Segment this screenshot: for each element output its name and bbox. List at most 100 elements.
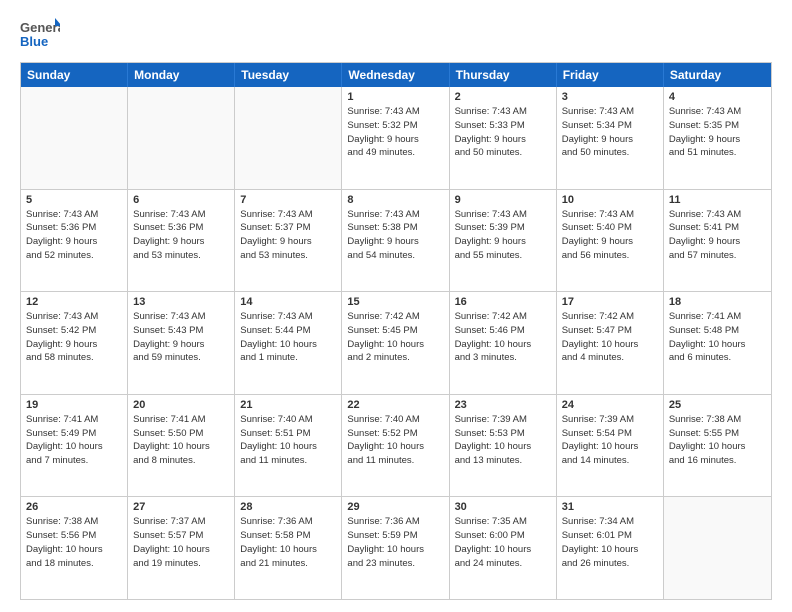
day-number: 21 — [240, 399, 336, 411]
page-header: General Blue — [20, 16, 772, 52]
calendar-cell: 19 Sunrise: 7:41 AM Sunset: 5:49 PM Dayli… — [21, 395, 128, 497]
svg-text:General: General — [20, 20, 60, 35]
weekday-header-monday: Monday — [128, 63, 235, 87]
day-info: Sunrise: 7:43 AM Sunset: 5:39 PM Dayligh… — [455, 208, 551, 263]
weekday-header-thursday: Thursday — [450, 63, 557, 87]
day-info: Sunrise: 7:42 AM Sunset: 5:47 PM Dayligh… — [562, 310, 658, 365]
calendar-cell: 17 Sunrise: 7:42 AM Sunset: 5:47 PM Dayli… — [557, 292, 664, 394]
day-info: Sunrise: 7:35 AM Sunset: 6:00 PM Dayligh… — [455, 515, 551, 570]
calendar-row-4: 19 Sunrise: 7:41 AM Sunset: 5:49 PM Dayli… — [21, 394, 771, 497]
calendar-cell: 10 Sunrise: 7:43 AM Sunset: 5:40 PM Dayli… — [557, 190, 664, 292]
calendar-cell: 5 Sunrise: 7:43 AM Sunset: 5:36 PM Daylig… — [21, 190, 128, 292]
calendar-cell: 25 Sunrise: 7:38 AM Sunset: 5:55 PM Dayli… — [664, 395, 771, 497]
calendar-cell: 27 Sunrise: 7:37 AM Sunset: 5:57 PM Dayli… — [128, 497, 235, 599]
calendar-cell — [235, 87, 342, 189]
day-info: Sunrise: 7:37 AM Sunset: 5:57 PM Dayligh… — [133, 515, 229, 570]
day-info: Sunrise: 7:36 AM Sunset: 5:59 PM Dayligh… — [347, 515, 443, 570]
day-info: Sunrise: 7:42 AM Sunset: 5:45 PM Dayligh… — [347, 310, 443, 365]
day-info: Sunrise: 7:43 AM Sunset: 5:42 PM Dayligh… — [26, 310, 122, 365]
day-number: 3 — [562, 91, 658, 103]
day-info: Sunrise: 7:41 AM Sunset: 5:49 PM Dayligh… — [26, 413, 122, 468]
calendar-cell: 12Sunrise: 7:43 AM Sunset: 5:42 PM Dayli… — [21, 292, 128, 394]
weekday-header-wednesday: Wednesday — [342, 63, 449, 87]
calendar-cell: 18Sunrise: 7:41 AM Sunset: 5:48 PM Dayli… — [664, 292, 771, 394]
calendar: SundayMondayTuesdayWednesdayThursdayFrid… — [20, 62, 772, 600]
day-info: Sunrise: 7:38 AM Sunset: 5:55 PM Dayligh… — [669, 413, 766, 468]
day-info: Sunrise: 7:43 AM Sunset: 5:37 PM Dayligh… — [240, 208, 336, 263]
day-info: Sunrise: 7:43 AM Sunset: 5:34 PM Dayligh… — [562, 105, 658, 160]
day-info: Sunrise: 7:43 AM Sunset: 5:40 PM Dayligh… — [562, 208, 658, 263]
day-number: 7 — [240, 194, 336, 206]
day-info: Sunrise: 7:40 AM Sunset: 5:52 PM Dayligh… — [347, 413, 443, 468]
day-info: Sunrise: 7:43 AM Sunset: 5:44 PM Dayligh… — [240, 310, 336, 365]
day-number: 11 — [669, 194, 766, 206]
day-number: 22 — [347, 399, 443, 411]
day-number: 17 — [562, 296, 658, 308]
calendar-cell: 8 Sunrise: 7:43 AM Sunset: 5:38 PM Daylig… — [342, 190, 449, 292]
day-number: 19 — [26, 399, 122, 411]
day-info: Sunrise: 7:34 AM Sunset: 6:01 PM Dayligh… — [562, 515, 658, 570]
logo: General Blue — [20, 16, 60, 52]
calendar-cell: 23 Sunrise: 7:39 AM Sunset: 5:53 PM Dayli… — [450, 395, 557, 497]
calendar-cell — [21, 87, 128, 189]
calendar-cell: 16 Sunrise: 7:42 AM Sunset: 5:46 PM Dayli… — [450, 292, 557, 394]
day-number: 9 — [455, 194, 551, 206]
day-info: Sunrise: 7:39 AM Sunset: 5:53 PM Dayligh… — [455, 413, 551, 468]
calendar-row-3: 12Sunrise: 7:43 AM Sunset: 5:42 PM Dayli… — [21, 291, 771, 394]
day-number: 15 — [347, 296, 443, 308]
day-number: 1 — [347, 91, 443, 103]
day-info: Sunrise: 7:38 AM Sunset: 5:56 PM Dayligh… — [26, 515, 122, 570]
day-info: Sunrise: 7:43 AM Sunset: 5:41 PM Dayligh… — [669, 208, 766, 263]
day-number: 8 — [347, 194, 443, 206]
day-info: Sunrise: 7:39 AM Sunset: 5:54 PM Dayligh… — [562, 413, 658, 468]
calendar-row-2: 5 Sunrise: 7:43 AM Sunset: 5:36 PM Daylig… — [21, 189, 771, 292]
calendar-cell: 13 Sunrise: 7:43 AM Sunset: 5:43 PM Dayli… — [128, 292, 235, 394]
day-info: Sunrise: 7:42 AM Sunset: 5:46 PM Dayligh… — [455, 310, 551, 365]
calendar-cell: 31Sunrise: 7:34 AM Sunset: 6:01 PM Dayli… — [557, 497, 664, 599]
calendar-cell: 6 Sunrise: 7:43 AM Sunset: 5:36 PM Daylig… — [128, 190, 235, 292]
day-info: Sunrise: 7:43 AM Sunset: 5:36 PM Dayligh… — [26, 208, 122, 263]
day-number: 14 — [240, 296, 336, 308]
day-number: 16 — [455, 296, 551, 308]
day-info: Sunrise: 7:43 AM Sunset: 5:35 PM Dayligh… — [669, 105, 766, 160]
day-info: Sunrise: 7:43 AM Sunset: 5:33 PM Dayligh… — [455, 105, 551, 160]
calendar-cell: 1Sunrise: 7:43 AM Sunset: 5:32 PM Daylig… — [342, 87, 449, 189]
calendar-cell: 30 Sunrise: 7:35 AM Sunset: 6:00 PM Dayli… — [450, 497, 557, 599]
calendar-cell — [128, 87, 235, 189]
weekday-header-sunday: Sunday — [21, 63, 128, 87]
calendar-cell: 2 Sunrise: 7:43 AM Sunset: 5:33 PM Daylig… — [450, 87, 557, 189]
calendar-cell: 22 Sunrise: 7:40 AM Sunset: 5:52 PM Dayli… — [342, 395, 449, 497]
calendar-cell: 26Sunrise: 7:38 AM Sunset: 5:56 PM Dayli… — [21, 497, 128, 599]
calendar-cell: 11 Sunrise: 7:43 AM Sunset: 5:41 PM Dayli… — [664, 190, 771, 292]
svg-text:Blue: Blue — [20, 34, 48, 49]
calendar-cell: 21 Sunrise: 7:40 AM Sunset: 5:51 PM Dayli… — [235, 395, 342, 497]
day-info: Sunrise: 7:41 AM Sunset: 5:48 PM Dayligh… — [669, 310, 766, 365]
calendar-cell: 14 Sunrise: 7:43 AM Sunset: 5:44 PM Dayli… — [235, 292, 342, 394]
day-number: 27 — [133, 501, 229, 513]
day-number: 24 — [562, 399, 658, 411]
calendar-cell: 7 Sunrise: 7:43 AM Sunset: 5:37 PM Daylig… — [235, 190, 342, 292]
calendar-cell — [664, 497, 771, 599]
logo-svg: General Blue — [20, 16, 60, 52]
day-number: 13 — [133, 296, 229, 308]
day-number: 5 — [26, 194, 122, 206]
day-number: 2 — [455, 91, 551, 103]
calendar-cell: 3 Sunrise: 7:43 AM Sunset: 5:34 PM Daylig… — [557, 87, 664, 189]
day-number: 30 — [455, 501, 551, 513]
day-number: 23 — [455, 399, 551, 411]
weekday-header-saturday: Saturday — [664, 63, 771, 87]
day-number: 6 — [133, 194, 229, 206]
day-info: Sunrise: 7:43 AM Sunset: 5:36 PM Dayligh… — [133, 208, 229, 263]
day-number: 25 — [669, 399, 766, 411]
calendar-cell: 20Sunrise: 7:41 AM Sunset: 5:50 PM Dayli… — [128, 395, 235, 497]
day-number: 28 — [240, 501, 336, 513]
day-info: Sunrise: 7:40 AM Sunset: 5:51 PM Dayligh… — [240, 413, 336, 468]
day-number: 10 — [562, 194, 658, 206]
day-info: Sunrise: 7:43 AM Sunset: 5:38 PM Dayligh… — [347, 208, 443, 263]
weekday-header-tuesday: Tuesday — [235, 63, 342, 87]
day-info: Sunrise: 7:43 AM Sunset: 5:43 PM Dayligh… — [133, 310, 229, 365]
calendar-row-1: 1Sunrise: 7:43 AM Sunset: 5:32 PM Daylig… — [21, 87, 771, 189]
calendar-cell: 28Sunrise: 7:36 AM Sunset: 5:58 PM Dayli… — [235, 497, 342, 599]
calendar-cell: 24 Sunrise: 7:39 AM Sunset: 5:54 PM Dayli… — [557, 395, 664, 497]
weekday-header-friday: Friday — [557, 63, 664, 87]
